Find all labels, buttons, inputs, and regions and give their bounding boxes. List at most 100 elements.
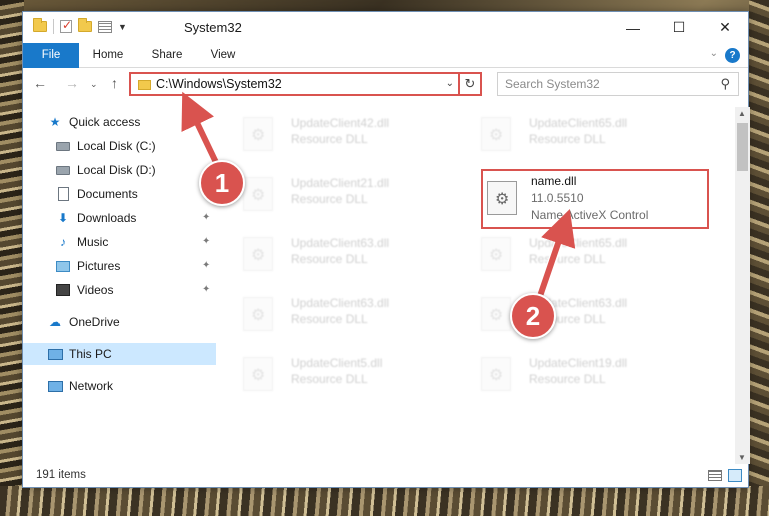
minimize-button[interactable]: — bbox=[610, 12, 656, 43]
sidebar-item-label: Local Disk (D:) bbox=[77, 163, 156, 177]
list-item[interactable]: UpdateClient19.dll Resource DLL bbox=[471, 351, 701, 395]
sidebar-item-quick-access[interactable]: ★ Quick access bbox=[47, 111, 240, 133]
folder-icon bbox=[138, 80, 151, 90]
properties-icon[interactable] bbox=[98, 20, 112, 33]
dll-file-icon bbox=[481, 357, 511, 391]
ribbon-tabs: File Home Share View ⌄ ? bbox=[23, 43, 748, 68]
properties-check-icon[interactable] bbox=[60, 18, 72, 33]
expand-ribbon-chevron-icon[interactable]: ⌄ bbox=[710, 48, 718, 59]
search-input[interactable] bbox=[498, 73, 708, 95]
downloads-icon: ⬇ bbox=[57, 211, 69, 225]
desktop-background-right bbox=[749, 0, 769, 516]
dll-file-icon bbox=[243, 117, 273, 151]
folder-icon[interactable] bbox=[33, 18, 47, 32]
item-count: 191 items bbox=[36, 469, 86, 481]
dll-file-icon bbox=[243, 357, 273, 391]
list-item[interactable]: UpdateClient63.dll Resource DLL bbox=[233, 231, 463, 275]
recent-locations-chevron-icon[interactable]: ⌄ bbox=[90, 79, 98, 90]
documents-icon bbox=[57, 187, 69, 201]
pin-icon[interactable]: ✦ bbox=[202, 212, 210, 223]
desktop-background-bottom bbox=[0, 486, 769, 516]
sidebar-item-label: Music bbox=[77, 235, 109, 249]
pictures-icon bbox=[56, 260, 70, 272]
back-button[interactable]: ← bbox=[33, 75, 47, 91]
scrollbar-thumb[interactable] bbox=[737, 123, 748, 171]
refresh-button[interactable]: ↻ bbox=[458, 72, 480, 96]
navigation-pane: ★ Quick access Local Disk (C:) Local Dis… bbox=[23, 107, 216, 462]
up-button[interactable]: ↑ bbox=[111, 75, 118, 91]
maximize-button[interactable]: ☐ bbox=[656, 12, 702, 43]
drive-icon bbox=[56, 165, 70, 175]
list-item[interactable]: UpdateClient65.dll Resource DLL bbox=[471, 111, 701, 155]
list-item-name-dll[interactable]: name.dll 11.0.5510 Name ActiveX Control bbox=[481, 169, 709, 229]
dll-file-icon bbox=[481, 117, 511, 151]
dll-file-icon bbox=[481, 297, 511, 331]
scroll-up-icon[interactable]: ▲ bbox=[738, 109, 746, 118]
large-icons-view-icon[interactable] bbox=[728, 469, 742, 482]
sidebar-item-this-pc[interactable]: This PC bbox=[23, 343, 216, 365]
sidebar-item-network[interactable]: Network bbox=[47, 375, 216, 397]
drive-icon bbox=[56, 141, 70, 151]
pin-icon[interactable]: ✦ bbox=[202, 260, 210, 271]
tab-home[interactable]: Home bbox=[79, 43, 137, 68]
forward-button[interactable]: → bbox=[65, 75, 79, 91]
videos-icon bbox=[56, 284, 70, 296]
sidebar-item-onedrive[interactable]: ☁ OneDrive bbox=[47, 311, 216, 333]
search-icon[interactable]: ⚲ bbox=[720, 76, 730, 92]
list-item[interactable]: UpdateClient65.dll Resource DLL bbox=[471, 231, 701, 275]
onedrive-icon: ☁ bbox=[49, 315, 61, 329]
list-item[interactable]: UpdateClient5.dll Resource DLL bbox=[233, 351, 463, 395]
customize-toolbar-chevron-icon[interactable]: ▼ bbox=[118, 22, 127, 32]
sidebar-item-downloads[interactable]: ⬇ Downloads ✦ bbox=[55, 207, 216, 229]
quick-access-toolbar: ▼ bbox=[33, 18, 127, 34]
list-item[interactable]: UpdateClient63.dll Resource DLL bbox=[471, 291, 701, 335]
scroll-down-icon[interactable]: ▼ bbox=[738, 453, 746, 462]
vertical-scrollbar[interactable]: ▲ ▼ bbox=[735, 107, 750, 464]
dll-file-icon bbox=[487, 181, 517, 215]
file-explorer-window: ▼ System32 — ☐ ✕ File Home Share View ⌄ … bbox=[22, 11, 750, 488]
window-controls: — ☐ ✕ bbox=[610, 12, 748, 43]
dll-file-icon bbox=[243, 237, 273, 271]
tab-share[interactable]: Share bbox=[137, 43, 197, 68]
music-icon: ♪ bbox=[60, 235, 66, 249]
toolbar-separator bbox=[53, 19, 54, 34]
dll-file-icon bbox=[243, 177, 273, 211]
star-icon: ★ bbox=[49, 115, 61, 129]
sidebar-item-label: Quick access bbox=[69, 115, 141, 129]
pin-icon[interactable]: ✦ bbox=[202, 236, 210, 247]
search-box[interactable]: ⚲ bbox=[497, 72, 739, 96]
tab-view[interactable]: View bbox=[197, 43, 249, 68]
sidebar-item-label: Local Disk (C:) bbox=[77, 139, 156, 153]
details-view-icon[interactable] bbox=[708, 470, 722, 481]
sidebar-item-label: Documents bbox=[77, 187, 138, 201]
tab-file[interactable]: File bbox=[23, 43, 79, 68]
pin-icon[interactable]: ✦ bbox=[202, 284, 210, 295]
step-badge-1: 1 bbox=[199, 160, 245, 206]
address-path[interactable]: C:\Windows\System32 bbox=[156, 77, 282, 91]
sidebar-item-label: Pictures bbox=[77, 259, 121, 273]
close-button[interactable]: ✕ bbox=[702, 12, 748, 43]
list-item[interactable]: UpdateClient63.dll Resource DLL bbox=[233, 291, 463, 335]
new-folder-icon[interactable] bbox=[78, 18, 92, 32]
status-bar: 191 items bbox=[23, 464, 748, 488]
sidebar-item-label: Videos bbox=[77, 283, 114, 297]
sidebar-item-local-disk-c[interactable]: Local Disk (C:) bbox=[55, 135, 248, 157]
help-icon[interactable]: ? bbox=[725, 48, 740, 63]
address-bar[interactable]: C:\Windows\System32 ⌄ ↻ bbox=[129, 72, 482, 96]
sidebar-item-label: OneDrive bbox=[69, 315, 120, 329]
this-pc-icon bbox=[47, 348, 63, 360]
sidebar-item-pictures[interactable]: Pictures ✦ bbox=[55, 255, 216, 277]
address-dropdown-chevron-icon[interactable]: ⌄ bbox=[446, 78, 454, 89]
list-item[interactable]: UpdateClient42.dll Resource DLL bbox=[233, 111, 463, 155]
sidebar-item-label: Downloads bbox=[77, 211, 137, 225]
sidebar-item-videos[interactable]: Videos ✦ bbox=[55, 279, 216, 301]
dll-file-icon bbox=[481, 237, 511, 271]
window-title: System32 bbox=[184, 20, 242, 35]
navigation-bar: ← → ⌄ ↑ C:\Windows\System32 ⌄ ↻ ⚲ bbox=[23, 69, 748, 99]
step-badge-2: 2 bbox=[510, 293, 556, 339]
sidebar-item-documents[interactable]: Documents ✦ bbox=[55, 183, 216, 205]
sidebar-item-music[interactable]: ♪ Music ✦ bbox=[55, 231, 216, 253]
dll-file-icon bbox=[243, 297, 273, 331]
title-bar: ▼ System32 — ☐ ✕ bbox=[23, 12, 748, 43]
list-item[interactable]: UpdateClient21.dll Resource DLL bbox=[233, 171, 463, 215]
